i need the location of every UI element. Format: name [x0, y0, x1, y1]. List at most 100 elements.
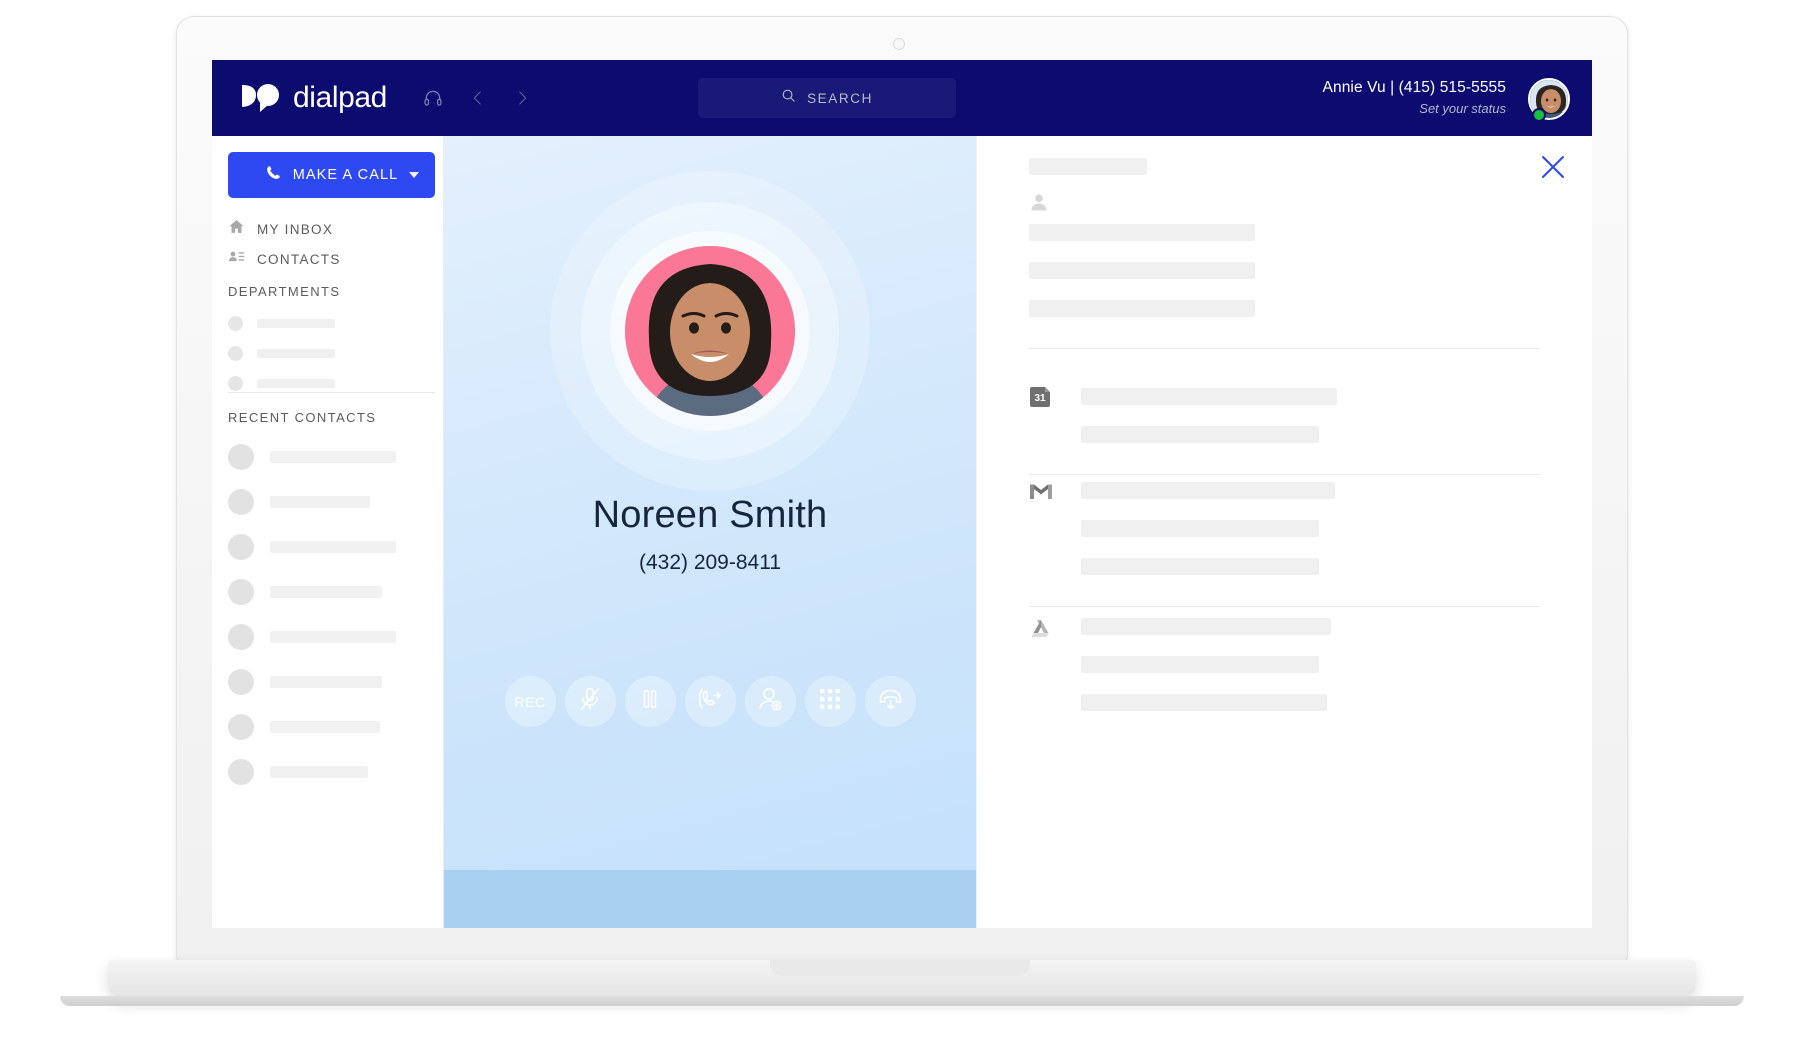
recent-contacts-list [228, 434, 443, 794]
list-item[interactable] [228, 368, 435, 398]
search-placeholder: SEARCH [807, 91, 873, 106]
contact-card-icon [228, 248, 245, 270]
placeholder-bar [1081, 482, 1335, 499]
sidebar-item-label: CONTACTS [257, 252, 341, 267]
webcam-icon [893, 38, 905, 50]
hangup-button[interactable] [865, 676, 916, 727]
app-screen: dialpad [212, 60, 1592, 928]
list-item[interactable] [228, 338, 435, 368]
placeholder-bar [257, 379, 335, 388]
avatar [228, 316, 243, 331]
placeholder-bar [1081, 618, 1331, 635]
avatar [228, 534, 254, 560]
brand-name: dialpad [293, 81, 387, 115]
placeholder-bar [270, 451, 396, 463]
placeholder-bar [1081, 520, 1319, 537]
list-item[interactable] [228, 434, 443, 479]
avatar [228, 624, 254, 650]
brand[interactable]: dialpad [238, 81, 387, 115]
placeholder-bar [270, 721, 380, 733]
mic-muted-icon [577, 686, 603, 717]
active-call-panel: Noreen Smith (432) 209-8411 REC [444, 136, 976, 928]
add-participant-button[interactable] [745, 676, 796, 727]
svg-text:31: 31 [1034, 393, 1046, 404]
dialpad-grid-icon [819, 688, 841, 715]
avatar [228, 444, 254, 470]
list-item[interactable] [228, 659, 443, 704]
sidebar-item-label: MY INBOX [257, 222, 333, 237]
gmail-icon [1029, 482, 1053, 506]
placeholder-bar [1081, 694, 1327, 711]
placeholder-bar [1081, 426, 1319, 443]
google-calendar-icon: 31 [1029, 386, 1053, 410]
transfer-button[interactable] [685, 676, 736, 727]
placeholder-bar [1029, 262, 1255, 279]
search-icon [781, 88, 796, 108]
placeholder-bar [270, 766, 368, 778]
headset-icon[interactable] [423, 88, 443, 108]
list-item[interactable] [228, 749, 443, 794]
placeholder-bar [270, 496, 370, 508]
contact-details-panel: 31 [976, 136, 1592, 928]
placeholder-bar [1081, 558, 1319, 575]
call-controls: REC [444, 676, 976, 727]
divider [1029, 348, 1541, 349]
sidebar: MAKE A CALL MY INBOX [212, 136, 444, 928]
rec-icon: REC [514, 694, 545, 710]
avatar [228, 346, 243, 361]
chevron-right-icon[interactable] [513, 89, 531, 107]
person-add-icon [757, 686, 783, 717]
placeholder-bar [1029, 158, 1147, 175]
divider [1029, 474, 1541, 475]
caller-number: (432) 209-8411 [444, 551, 976, 575]
list-item[interactable] [228, 704, 443, 749]
chevron-down-icon[interactable] [409, 172, 419, 178]
chevron-left-icon[interactable] [469, 89, 487, 107]
record-button[interactable]: REC [505, 676, 556, 727]
departments-list [228, 308, 435, 398]
placeholder-bar [257, 319, 335, 328]
app-header: dialpad [212, 60, 1592, 136]
phone-icon [265, 164, 282, 186]
list-item[interactable] [228, 479, 443, 524]
avatar [228, 714, 254, 740]
placeholder-bar [270, 541, 396, 553]
laptop-foot [60, 996, 1744, 1006]
avatar [228, 376, 243, 391]
list-item[interactable] [228, 524, 443, 569]
placeholder-bar [270, 586, 382, 598]
divider [228, 392, 435, 393]
set-status-link[interactable]: Set your status [1323, 99, 1506, 119]
list-item[interactable] [228, 308, 435, 338]
recent-contacts-heading: RECENT CONTACTS [228, 410, 376, 425]
pause-icon [638, 687, 662, 716]
sidebar-item-my-inbox[interactable]: MY INBOX [228, 214, 435, 244]
keypad-button[interactable] [805, 676, 856, 727]
caller-name: Noreen Smith [444, 494, 976, 537]
avatar [228, 489, 254, 515]
user-info: Annie Vu | (415) 515-5555 Set your statu… [1323, 77, 1506, 119]
list-item[interactable] [228, 569, 443, 614]
google-drive-icon [1029, 618, 1053, 642]
placeholder-bar [1029, 300, 1255, 317]
make-a-call-label: MAKE A CALL [293, 167, 399, 183]
list-item[interactable] [228, 614, 443, 659]
hold-button[interactable] [625, 676, 676, 727]
caller-avatar [625, 246, 795, 416]
placeholder-bar [1081, 388, 1337, 405]
person-icon [1029, 192, 1049, 217]
placeholder-bar [1029, 224, 1255, 241]
sidebar-nav: MY INBOX CONTACTS [228, 214, 435, 274]
make-a-call-button[interactable]: MAKE A CALL [228, 152, 435, 198]
sidebar-item-contacts[interactable]: CONTACTS [228, 244, 435, 274]
phone-transfer-icon [697, 686, 723, 717]
close-icon[interactable] [1540, 154, 1566, 180]
departments-heading: DEPARTMENTS [228, 284, 340, 299]
placeholder-bar [270, 631, 396, 643]
placeholder-bar [1081, 656, 1319, 673]
divider [1029, 606, 1541, 607]
phone-hangup-icon [877, 686, 904, 718]
search-input[interactable]: SEARCH [698, 78, 956, 118]
avatar [228, 759, 254, 785]
mute-button[interactable] [565, 676, 616, 727]
